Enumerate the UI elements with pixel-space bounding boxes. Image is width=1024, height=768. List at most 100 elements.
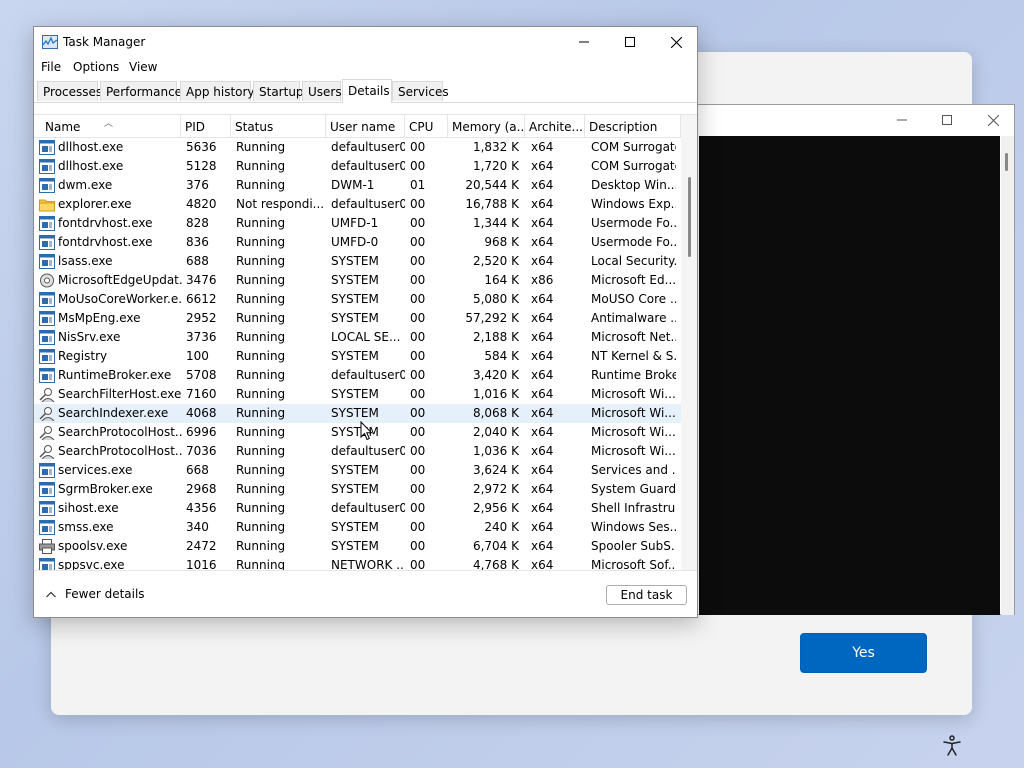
tab-startup[interactable]: Startup [253,81,304,101]
process-architecture: x64 [531,482,554,496]
process-description: Microsoft Ed... [591,273,676,287]
table-row[interactable]: MsMpEng.exe 2952 Running SYSTEM 00 57,292 K x6… [34,309,681,328]
process-status: Running [236,178,286,192]
process-architecture: x64 [531,444,554,458]
column-user-name[interactable]: User name [326,115,405,137]
table-row[interactable]: Registry 100 Running SYSTEM 00 584 K x64 NT Ker… [34,347,681,366]
fewer-details-link[interactable]: Fewer details [46,587,145,601]
table-row[interactable]: lsass.exe 688 Running SYSTEM 00 2,520 K x64 Loc… [34,252,681,271]
process-cpu: 00 [410,140,426,154]
process-architecture: x64 [531,425,554,439]
console-scroll-thumb[interactable] [1005,153,1008,171]
process-memory: 164 K [484,273,519,287]
tab-performance[interactable]: Performance [100,81,182,101]
tab-users[interactable]: Users [302,81,342,101]
process-name: dwm.exe [58,178,113,192]
process-cpu: 00 [410,292,426,306]
yes-button[interactable]: Yes [800,633,927,673]
chevron-up-icon [46,591,56,597]
process-memory: 20,544 K [465,178,519,192]
console-maximize-button[interactable] [924,105,970,135]
table-row[interactable]: fontdrvhost.exe 828 Running UMFD-1 00 1,344 K… [34,214,681,233]
column-pid[interactable]: PID [181,115,231,137]
app-window-icon [39,330,55,345]
process-cpu: 00 [410,406,426,420]
table-row[interactable]: SgrmBroker.exe 2968 Running SYSTEM 00 2,972 K… [34,480,681,499]
process-status: Running [236,273,286,287]
accessibility-icon[interactable] [940,734,964,758]
console-close-button[interactable] [970,105,1016,135]
list-scrollbar[interactable] [681,115,697,570]
table-row[interactable]: fontdrvhost.exe 836 Running UMFD-0 00 968 K x6… [34,233,681,252]
process-architecture: x64 [531,197,554,211]
process-pid: 5128 [186,159,217,173]
table-row[interactable]: smss.exe 340 Running SYSTEM 00 240 K x64 Window… [34,518,681,537]
process-memory: 3,624 K [472,463,519,477]
close-button[interactable] [653,27,699,57]
table-row[interactable]: SearchIndexer.exe 4068 Running SYSTEM 00 8,06… [34,404,681,423]
table-row[interactable]: MicrosoftEdgeUpdat... 3476 Running SYSTEM 00… [34,271,681,290]
menu-options[interactable]: Options [73,60,119,74]
tab-app-history[interactable]: App history [180,81,255,101]
table-row[interactable]: services.exe 668 Running SYSTEM 00 3,624 K x64… [34,461,681,480]
process-memory: 5,080 K [472,292,519,306]
app-window-icon [39,159,55,174]
console-scrollbar[interactable] [1001,136,1014,615]
table-row[interactable]: SearchFilterHost.exe 7160 Running SYSTEM 00 1… [34,385,681,404]
column-status[interactable]: Status [231,115,326,137]
table-row[interactable]: dllhost.exe 5128 Running defaultuser0 00 1,72… [34,157,681,176]
table-row[interactable]: SearchProtocolHost.... 6996 Running SYSTEM 0… [34,423,681,442]
column-description[interactable]: Description [585,115,681,137]
table-row[interactable]: NisSrv.exe 3736 Running LOCAL SE... 00 2,188 … [34,328,681,347]
console-minimize-button[interactable] [879,105,925,135]
table-row[interactable]: sihost.exe 4356 Running defaultuser0 00 2,956… [34,499,681,518]
process-user: SYSTEM [331,349,379,363]
process-status: Running [236,368,286,382]
column-memory[interactable]: Memory (a... [448,115,525,137]
process-status: Running [236,387,286,401]
app-window-icon [39,501,55,516]
process-user: NETWORK ... [331,558,405,570]
process-pid: 668 [186,463,209,477]
app-window-icon [39,216,55,231]
list-scroll-thumb[interactable] [688,177,691,257]
tab-processes[interactable]: Processes [37,81,102,101]
table-row[interactable]: MoUsoCoreWorker.e... 6612 Running SYSTEM 00 5… [34,290,681,309]
end-task-button[interactable]: End task [606,585,687,605]
app-window-icon [39,520,55,535]
menu-view[interactable]: View [129,60,157,74]
window-title: Task Manager [63,35,146,49]
table-row[interactable]: dllhost.exe 5636 Running defaultuser0 00 1,83… [34,138,681,157]
table-row[interactable]: explorer.exe 4820 Not respondi... defaultus… [34,195,681,214]
table-row[interactable]: SearchProtocolHost.... 7036 Running default… [34,442,681,461]
table-row[interactable]: sppsvc.exe 1016 Running NETWORK ... 00 4,768 … [34,556,681,570]
table-row[interactable]: spoolsv.exe 2472 Running SYSTEM 00 6,704 K x64… [34,537,681,556]
column-cpu[interactable]: CPU [405,115,448,137]
process-pid: 340 [186,520,209,534]
table-row[interactable]: dwm.exe 376 Running DWM-1 01 20,544 K x64 Deskt… [34,176,681,195]
process-name: dllhost.exe [58,140,124,154]
process-memory: 1,832 K [472,140,519,154]
minimize-icon [579,41,589,43]
process-user: DWM-1 [331,178,375,192]
process-pid: 4068 [186,406,217,420]
process-description: Microsoft Wi... [591,444,676,458]
process-user: defaultuser0 [331,197,405,211]
column-name[interactable]: ︿ Name [34,115,181,137]
table-row[interactable]: RuntimeBroker.exe 5708 Running defaultuser0… [34,366,681,385]
process-user: SYSTEM [331,482,379,496]
title-bar[interactable]: Task Manager [34,27,697,57]
process-name: SgrmBroker.exe [58,482,153,496]
process-pid: 2472 [186,539,217,553]
process-description: Windows Exp... [591,197,676,211]
menu-file[interactable]: File [41,60,61,74]
maximize-button[interactable] [607,27,653,57]
minimize-button[interactable] [561,27,607,57]
tab-details[interactable]: Details [342,79,392,103]
column-architecture[interactable]: Archite... [525,115,585,137]
app-window-icon [39,482,55,497]
console-output[interactable] [699,136,1000,615]
process-pid: 2952 [186,311,217,325]
tab-services[interactable]: Services [392,81,449,101]
close-icon [987,114,999,126]
